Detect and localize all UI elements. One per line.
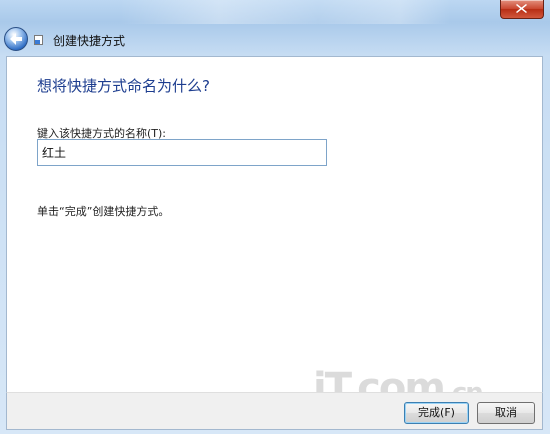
- close-button[interactable]: [500, 0, 544, 19]
- shortcut-name-input[interactable]: [37, 139, 327, 166]
- window-frame: 创建快捷方式 想将快捷方式命名为什么? 键入该快捷方式的名称(T): 单击“完成…: [0, 0, 550, 434]
- finish-instruction: 单击“完成”创建快捷方式。: [37, 205, 170, 218]
- close-icon: [516, 4, 527, 13]
- page-heading: 想将快捷方式命名为什么?: [37, 77, 210, 95]
- wizard-title: 创建快捷方式: [53, 34, 126, 48]
- title-bar-glass: [120, 0, 450, 24]
- back-button[interactable]: [4, 27, 28, 51]
- shortcut-icon: [34, 35, 43, 45]
- back-arrow-icon: [10, 33, 22, 45]
- wizard-footer: 完成(F) 取消: [6, 392, 543, 430]
- finish-button[interactable]: 完成(F): [404, 402, 469, 424]
- wizard-content: 想将快捷方式命名为什么? 键入该快捷方式的名称(T): 单击“完成”创建快捷方式…: [6, 56, 543, 392]
- cancel-button[interactable]: 取消: [477, 402, 535, 424]
- wizard-nav-bar: 创建快捷方式: [0, 25, 550, 55]
